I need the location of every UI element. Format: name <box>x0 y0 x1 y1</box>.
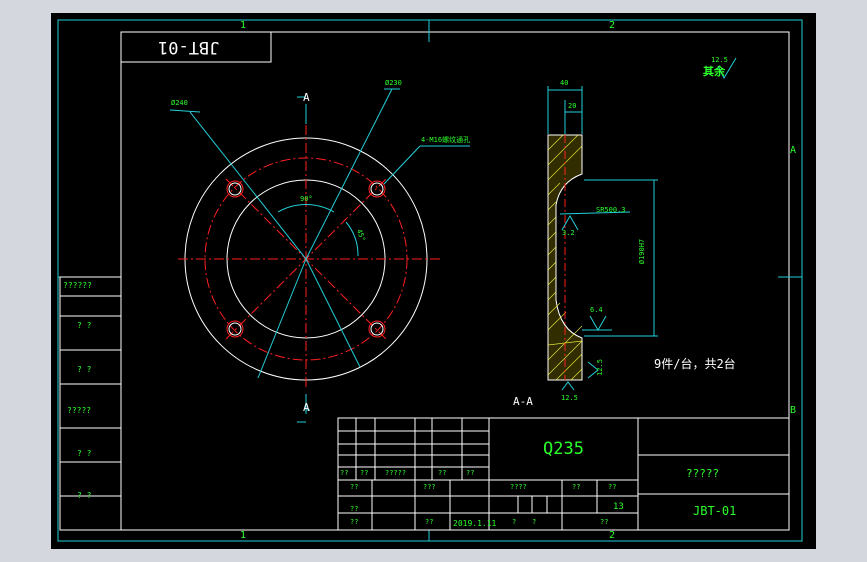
holes-note: 4-M16螺纹通孔 <box>421 136 471 144</box>
sidebar-cell: ? ? <box>77 321 92 330</box>
zone-label-right-a: A <box>790 145 797 156</box>
tb-cell: ?? <box>350 505 359 513</box>
section-mark-bottom: A <box>303 401 310 414</box>
zone-label-right-b: B <box>790 405 797 416</box>
sidebar-cell: ? ? <box>77 491 92 500</box>
mirrored-stamp: JBT-01 <box>158 37 220 57</box>
angle-90: 90° <box>300 195 313 203</box>
tb-cell: ?? <box>438 469 447 477</box>
drawing-date: 2019.1.11 <box>453 519 497 528</box>
dim-width-20: 20 <box>568 102 577 110</box>
part-name: ????? <box>686 467 720 480</box>
tb-cell: ?? <box>350 518 359 526</box>
tb-cell: ? <box>512 518 517 526</box>
zone-label-bottom-2: 2 <box>609 530 616 541</box>
tb-cell: ?? <box>572 483 581 491</box>
tb-cell: ?? <box>350 483 359 491</box>
tb-cell: ????? <box>385 469 407 477</box>
sidebar-cell: ????? <box>67 406 92 415</box>
tb-cell: ?? <box>425 518 434 526</box>
roughness-3-2: 3.2 <box>562 229 575 237</box>
roughness-other-label: 其余 <box>703 65 725 78</box>
cad-drawing-canvas[interactable] <box>0 0 867 562</box>
tb-cell: ?? <box>340 469 349 477</box>
sheet-count: 13 <box>613 502 624 512</box>
sidebar-cell: ?????? <box>63 281 92 290</box>
roughness-12-5: 12.5 <box>595 359 604 376</box>
roughness-12-5-bottom: 12.5 <box>561 394 578 402</box>
drawing-number: JBT-01 <box>693 504 737 518</box>
zone-label-top-1: 1 <box>240 20 247 31</box>
sr-note: SR500.3 <box>596 206 626 214</box>
roughness-6-4: 6.4 <box>590 306 603 314</box>
tb-cell: ?? <box>600 518 609 526</box>
tb-cell: ???? <box>510 483 527 491</box>
dim-dia-240: Ø240 <box>171 99 188 107</box>
section-mark-top: A <box>303 91 310 104</box>
tb-cell: ? <box>532 518 537 526</box>
dim-width-40: 40 <box>560 79 569 87</box>
tb-cell: ?? <box>466 469 475 477</box>
tb-cell: ?? <box>360 469 369 477</box>
tb-cell: ?? <box>608 483 617 491</box>
material: Q235 <box>543 439 584 459</box>
sidebar-cell: ? ? <box>77 449 92 458</box>
dim-vertical: Ø190H7 <box>638 238 647 265</box>
quantity-note: 9件/台，共2台 <box>654 357 736 371</box>
zone-label-top-2: 2 <box>609 20 616 31</box>
section-view-title: A-A <box>513 395 533 408</box>
zone-label-bottom-1: 1 <box>240 530 247 541</box>
tb-cell: ??? <box>423 483 436 491</box>
dim-dia-230: Ø230 <box>385 79 402 87</box>
roughness-other-value: 12.5 <box>711 56 728 64</box>
sidebar-cell: ? ? <box>77 365 92 374</box>
